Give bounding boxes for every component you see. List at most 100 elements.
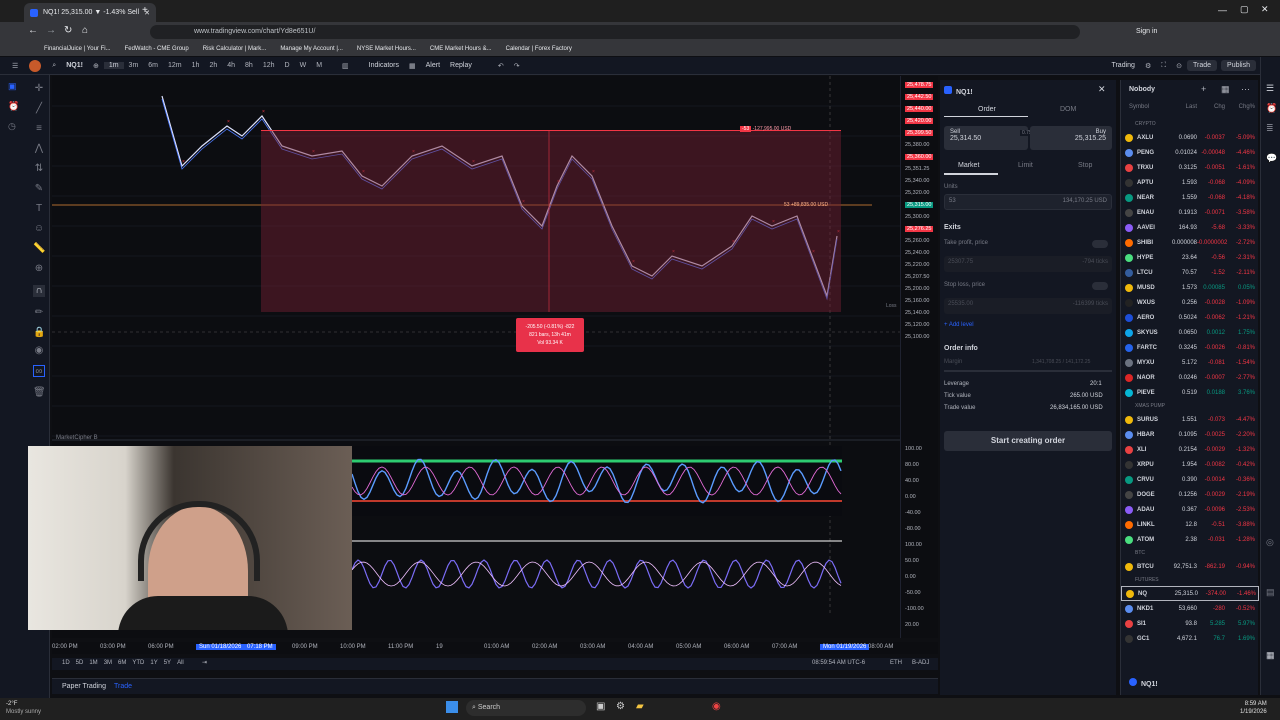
- watchlist-row[interactable]: SURUS 1.551 -0.073 -4.47%: [1121, 412, 1259, 427]
- settings-app-icon[interactable]: ⚙: [616, 701, 625, 712]
- stay-drawing-icon[interactable]: ✏: [33, 307, 45, 319]
- maximize-icon[interactable]: ▢: [1240, 4, 1249, 15]
- bookmark-item[interactable]: FedWatch - CME Group: [125, 46, 189, 52]
- taskview-icon[interactable]: ▣: [596, 701, 605, 712]
- watchlist-row[interactable]: NAOR 0.0246 -0.0007 -2.77%: [1121, 370, 1259, 385]
- bookmark-item[interactable]: CME Market Hours &...: [430, 46, 492, 52]
- interval-1m[interactable]: 1m: [103, 62, 124, 69]
- time-axis[interactable]: 02:00 PM 03:00 PM 06:00 PM Sun 01/18/2026 07…: [52, 642, 938, 654]
- watchlist-row[interactable]: SI1 93.8 5.285 5.97%: [1121, 616, 1259, 631]
- sidebar-watchlist-icon[interactable]: ▣: [8, 81, 17, 92]
- brush-icon[interactable]: ✎: [33, 183, 45, 195]
- watchlist-more-icon[interactable]: ⋯: [1241, 84, 1250, 95]
- indicators-button[interactable]: Indicators: [364, 62, 404, 69]
- reload-icon[interactable]: ↻: [64, 25, 72, 36]
- watchlist-layout-icon[interactable]: ▦: [1221, 84, 1230, 95]
- layouts-icon[interactable]: ▦: [404, 62, 421, 70]
- stop-loss-input[interactable]: 25535.00 -116399 ticks: [944, 298, 1112, 314]
- watchlist-title[interactable]: Nobody: [1129, 86, 1155, 93]
- zoom-icon[interactable]: ⊕: [33, 263, 45, 275]
- stop-loss-toggle[interactable]: [1092, 282, 1108, 290]
- home-icon[interactable]: ⌂: [82, 25, 88, 36]
- redo-icon[interactable]: ↷: [509, 62, 525, 70]
- eye-icon[interactable]: ◉: [33, 345, 45, 357]
- order-panel-close-icon[interactable]: ✕: [1098, 84, 1106, 95]
- search-icon[interactable]: ⌕: [47, 62, 61, 70]
- watchlist-row[interactable]: ENAU 0.1913 -0.0071 -3.58%: [1121, 205, 1259, 220]
- watchlist-row[interactable]: ADAU 0.367 -0.0096 -2.53%: [1121, 502, 1259, 517]
- taskbar-search[interactable]: ⌕ Search: [466, 700, 586, 716]
- interval-2h[interactable]: 2h: [204, 62, 222, 69]
- trade-button[interactable]: Trade: [1187, 60, 1218, 71]
- watchlist-row[interactable]: MYXU 5.172 -0.081 -1.54%: [1121, 355, 1259, 370]
- watchlist-row[interactable]: XRPU 1.954 -0.0082 -0.42%: [1121, 457, 1259, 472]
- position-label-top[interactable]: -53 -127,995.00 USD: [740, 126, 791, 132]
- browser-tab[interactable]: NQ1! 25,315.00 ▼ -1.43% Sell ✕: [24, 3, 156, 22]
- interval-12m[interactable]: 12m: [163, 62, 187, 69]
- watchlist-row[interactable]: DOGE 0.1256 -0.0029 -2.19%: [1121, 487, 1259, 502]
- fullscreen-icon[interactable]: ⛶: [1156, 62, 1171, 70]
- interval-d[interactable]: D: [280, 62, 295, 69]
- take-profit-input[interactable]: 25307.75 -794 ticks: [944, 256, 1112, 272]
- sidebar-ideas-icon[interactable]: ◷: [8, 121, 16, 132]
- watchlist-row[interactable]: AAVEI 164.93 -5.68 -3.33%: [1121, 220, 1259, 235]
- tab-order[interactable]: Order: [978, 106, 996, 113]
- undo-icon[interactable]: ↶: [493, 62, 509, 70]
- range-1m[interactable]: 1M: [89, 660, 97, 666]
- watchlist-row[interactable]: TRXU 0.3125 -0.0051 -1.61%: [1121, 160, 1259, 175]
- chrome-icon[interactable]: ◉: [712, 701, 721, 712]
- add-symbol-icon[interactable]: +: [1201, 84, 1206, 94]
- trendline-icon[interactable]: ╱: [33, 103, 45, 115]
- calendar-icon[interactable]: ▤: [1266, 587, 1275, 598]
- col-symbol[interactable]: Symbol: [1129, 104, 1167, 110]
- new-tab-icon[interactable]: +: [142, 5, 148, 16]
- clock-readout[interactable]: 08:59:54 AM UTC-6: [812, 660, 865, 666]
- order-type-limit[interactable]: Limit: [1018, 162, 1033, 169]
- crosshair-icon[interactable]: ✛: [33, 83, 45, 95]
- watchlist-row[interactable]: AERO 0.5024 -0.0062 -1.21%: [1121, 310, 1259, 325]
- range-all[interactable]: All: [177, 660, 184, 666]
- position-label-mid[interactable]: 53 +89,835.00 USD: [784, 202, 828, 208]
- back-icon[interactable]: ←: [28, 25, 38, 36]
- watchlist-section[interactable]: CRYPTO: [1121, 118, 1259, 130]
- col-last[interactable]: Last: [1167, 104, 1197, 110]
- trading-button[interactable]: Trading: [1106, 62, 1139, 69]
- watchlist-row[interactable]: CRVU 0.390 -0.0014 -0.36%: [1121, 472, 1259, 487]
- start-order-button[interactable]: Start creating order: [944, 431, 1112, 451]
- interval-6m[interactable]: 6m: [143, 62, 163, 69]
- watchlist-row[interactable]: APTU 1.593 -0.068 -4.09%: [1121, 175, 1259, 190]
- dom-icon[interactable]: ▦: [1266, 650, 1275, 661]
- system-clock[interactable]: 8:59 AM 1/19/2026: [1240, 700, 1267, 716]
- signin-button[interactable]: Sign in: [1136, 28, 1157, 35]
- publish-button[interactable]: Publish: [1221, 60, 1256, 71]
- range-6m[interactable]: 6M: [118, 660, 126, 666]
- alerts-icon[interactable]: ⏰: [1266, 103, 1277, 114]
- watchlist-row[interactable]: HBAR 0.1095 -0.0025 -2.20%: [1121, 427, 1259, 442]
- watchlist-row[interactable]: HYPE 23.64 -0.56 -2.31%: [1121, 250, 1259, 265]
- watchlist-row[interactable]: LINKL 12.8 -0.51 -3.88%: [1121, 517, 1259, 532]
- start-icon[interactable]: [446, 701, 458, 713]
- watchlist-row[interactable]: ATOM 2.38 -0.031 -1.28%: [1121, 532, 1259, 547]
- ideas-icon[interactable]: ◎: [1266, 537, 1274, 548]
- bookmark-item[interactable]: NYSE Market Hours...: [357, 46, 416, 52]
- watchlist-row[interactable]: MUSD 1.573 0.00085 0.05%: [1121, 280, 1259, 295]
- order-type-market[interactable]: Market: [958, 162, 979, 169]
- icons-tool-icon[interactable]: ☺: [33, 223, 45, 235]
- minimize-icon[interactable]: —: [1218, 5, 1227, 15]
- bookmark-item[interactable]: Manage My Account |...: [280, 46, 343, 52]
- watchlist-row[interactable]: AXLU 0.0690 -0.0037 -5.09%: [1121, 130, 1259, 145]
- forward-icon[interactable]: →: [46, 25, 56, 36]
- watchlist-row[interactable]: PENG 0.01024 -0.00048 -4.46%: [1121, 145, 1259, 160]
- link-icon[interactable]: ∞: [33, 365, 45, 377]
- weather-widget[interactable]: -2°F Mostly sunny: [6, 700, 41, 716]
- watchlist-row[interactable]: PIEVE 0.519 0.0188 3.76%: [1121, 385, 1259, 400]
- add-level-link[interactable]: + Add level: [944, 322, 974, 328]
- interval-w[interactable]: W: [295, 62, 312, 69]
- price-scale[interactable]: 25,478.75 25,442.50 25,440.00 25,420.00 25,3…: [900, 76, 938, 638]
- watchlist-row[interactable]: GC1 4,672.1 76.7 1.69%: [1121, 631, 1259, 646]
- col-chg[interactable]: Chg: [1197, 104, 1225, 110]
- fib-icon[interactable]: ≡: [33, 123, 45, 135]
- close-window-icon[interactable]: ✕: [1261, 4, 1269, 15]
- range-ytd[interactable]: YTD: [132, 660, 144, 666]
- pattern-icon[interactable]: ⋀: [33, 143, 45, 155]
